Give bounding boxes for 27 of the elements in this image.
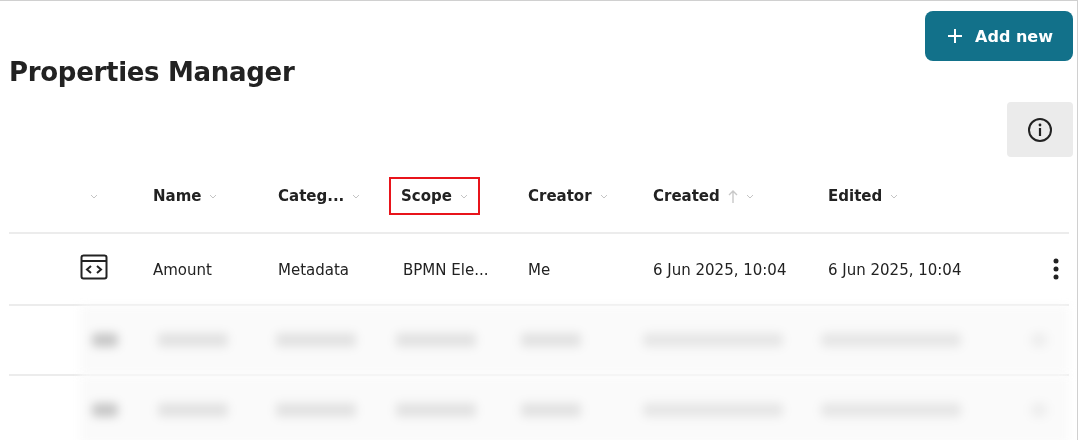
chevron-down-icon[interactable]: [90, 193, 98, 199]
plus-icon: [947, 28, 964, 44]
chevron-down-icon[interactable]: [209, 193, 218, 199]
chevron-down-icon[interactable]: [745, 193, 754, 199]
column-header[interactable]: Scope: [401, 187, 452, 205]
table-cell: BPMN Ele...: [403, 260, 489, 279]
column-header[interactable]: Creator: [528, 187, 592, 205]
info-icon: [1027, 116, 1053, 143]
add-new-button[interactable]: Add new: [925, 11, 1073, 61]
info-button[interactable]: [1007, 102, 1073, 157]
table-cell: Amount: [153, 260, 212, 279]
page-title: Properties Manager: [9, 57, 295, 87]
code-window-icon: [80, 254, 108, 280]
table-cell: 6 Jun 2025, 10:04: [653, 260, 787, 279]
chevron-down-icon[interactable]: [459, 193, 468, 199]
arrow-up-icon[interactable]: [727, 188, 738, 204]
column-header[interactable]: Name: [153, 187, 202, 205]
more-options-icon[interactable]: [1053, 258, 1059, 280]
chevron-down-icon[interactable]: [890, 193, 899, 199]
column-header[interactable]: Categ...: [278, 187, 345, 205]
table-cell: 6 Jun 2025, 10:04: [828, 260, 962, 279]
column-header[interactable]: Created: [653, 187, 720, 205]
column-header[interactable]: Edited: [828, 187, 883, 205]
chevron-down-icon[interactable]: [599, 193, 608, 199]
table-cell: Metadata: [278, 260, 350, 279]
table-cell: Me: [528, 260, 551, 279]
chevron-down-icon[interactable]: [352, 193, 361, 199]
